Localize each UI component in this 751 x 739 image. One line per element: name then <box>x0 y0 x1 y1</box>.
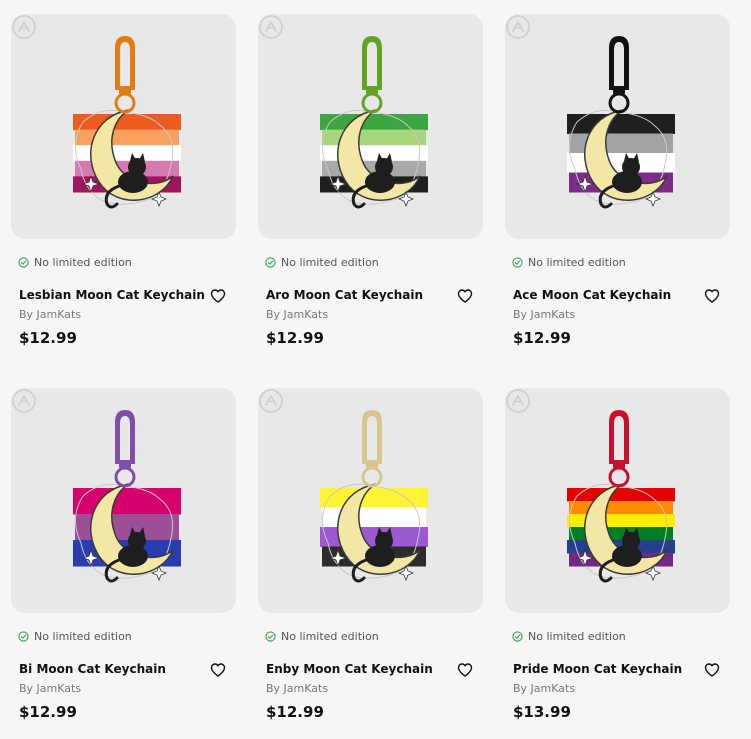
brand-badge-icon <box>259 15 283 39</box>
check-circle-icon <box>512 257 523 268</box>
clasp-base <box>613 88 625 94</box>
keychain-illustration <box>73 410 181 583</box>
edition-status: No limited edition <box>18 256 132 269</box>
edition-status: No limited edition <box>512 256 626 269</box>
product-grid: No limited edition Lesbian Moon Cat Keyc… <box>11 14 730 738</box>
edition-status: No limited edition <box>265 256 379 269</box>
lobster-clasp <box>362 410 382 464</box>
product-price: $12.99 <box>19 703 77 721</box>
product-card[interactable]: No limited edition Enby Moon Cat Keychai… <box>258 388 483 738</box>
flag-stripe <box>75 129 179 146</box>
edition-label: No limited edition <box>528 256 626 269</box>
lobster-clasp <box>609 410 629 464</box>
clasp-base <box>119 462 131 468</box>
product-price: $12.99 <box>513 329 571 347</box>
product-title[interactable]: Aro Moon Cat Keychain <box>266 288 423 302</box>
heart-outline-icon[interactable] <box>704 288 720 304</box>
product-price: $12.99 <box>266 329 324 347</box>
clasp-base <box>119 88 131 94</box>
flag-stripe <box>322 129 426 146</box>
product-image[interactable] <box>505 388 730 613</box>
flag-stripe <box>320 114 428 131</box>
edition-status: No limited edition <box>18 630 132 643</box>
keychain-illustration <box>320 36 428 209</box>
keychain-illustration <box>73 36 181 209</box>
edition-status: No limited edition <box>265 630 379 643</box>
product-title[interactable]: Enby Moon Cat Keychain <box>266 662 433 676</box>
keyring <box>114 92 136 114</box>
product-title[interactable]: Bi Moon Cat Keychain <box>19 662 166 676</box>
keyring <box>608 466 630 488</box>
flag-stripe <box>73 145 181 162</box>
flag-stripe <box>320 527 428 547</box>
product-image[interactable] <box>11 388 236 613</box>
keyring <box>114 466 136 488</box>
product-price: $12.99 <box>266 703 324 721</box>
brand-badge-icon <box>12 389 36 413</box>
edition-label: No limited edition <box>281 630 379 643</box>
clasp-base <box>366 462 378 468</box>
seller-name[interactable]: By JamKats <box>513 682 575 695</box>
flag-stripe <box>567 514 675 528</box>
product-title[interactable]: Lesbian Moon Cat Keychain <box>19 288 205 302</box>
product-title[interactable]: Ace Moon Cat Keychain <box>513 288 671 302</box>
keyring <box>361 466 383 488</box>
flag-stripe <box>567 488 675 502</box>
check-circle-icon <box>265 257 276 268</box>
keychain-illustration <box>567 410 675 583</box>
check-circle-icon <box>265 631 276 642</box>
product-image[interactable] <box>11 14 236 239</box>
clasp-base <box>613 462 625 468</box>
product-image[interactable] <box>505 14 730 239</box>
seller-name[interactable]: By JamKats <box>266 308 328 321</box>
clasp-base <box>366 88 378 94</box>
heart-outline-icon[interactable] <box>457 662 473 678</box>
product-title[interactable]: Pride Moon Cat Keychain <box>513 662 682 676</box>
product-image[interactable] <box>258 388 483 613</box>
product-card[interactable]: No limited edition Aro Moon Cat Keychain… <box>258 14 483 364</box>
check-circle-icon <box>18 631 29 642</box>
check-circle-icon <box>18 257 29 268</box>
product-image[interactable] <box>258 14 483 239</box>
lobster-clasp <box>115 410 135 464</box>
heart-outline-icon[interactable] <box>210 288 226 304</box>
lobster-clasp <box>609 36 629 90</box>
flag-stripe <box>73 488 181 515</box>
edition-status: No limited edition <box>512 630 626 643</box>
heart-outline-icon[interactable] <box>457 288 473 304</box>
edition-label: No limited edition <box>34 630 132 643</box>
brand-badge-icon <box>12 15 36 39</box>
brand-badge-icon <box>506 15 530 39</box>
product-card[interactable]: No limited edition Bi Moon Cat Keychain … <box>11 388 236 738</box>
product-card[interactable]: No limited edition Lesbian Moon Cat Keyc… <box>11 14 236 364</box>
keyring <box>608 92 630 114</box>
keyring <box>361 92 383 114</box>
flag-stripe <box>569 501 673 515</box>
heart-outline-icon[interactable] <box>210 662 226 678</box>
product-card[interactable]: No limited edition Pride Moon Cat Keycha… <box>505 388 730 738</box>
edition-label: No limited edition <box>281 256 379 269</box>
check-circle-icon <box>512 631 523 642</box>
flag-stripe <box>73 114 181 131</box>
edition-label: No limited edition <box>528 630 626 643</box>
keychain-illustration <box>320 410 428 583</box>
keychain-illustration <box>567 36 675 209</box>
edition-label: No limited edition <box>34 256 132 269</box>
brand-badge-icon <box>259 389 283 413</box>
seller-name[interactable]: By JamKats <box>19 682 81 695</box>
lobster-clasp <box>115 36 135 90</box>
product-price: $13.99 <box>513 703 571 721</box>
flag-stripe <box>320 145 428 162</box>
heart-outline-icon[interactable] <box>704 662 720 678</box>
lobster-clasp <box>362 36 382 90</box>
seller-name[interactable]: By JamKats <box>19 308 81 321</box>
product-card[interactable]: No limited edition Ace Moon Cat Keychain… <box>505 14 730 364</box>
flag-stripe <box>567 153 675 173</box>
brand-badge-icon <box>506 389 530 413</box>
product-price: $12.99 <box>19 329 77 347</box>
seller-name[interactable]: By JamKats <box>266 682 328 695</box>
seller-name[interactable]: By JamKats <box>513 308 575 321</box>
